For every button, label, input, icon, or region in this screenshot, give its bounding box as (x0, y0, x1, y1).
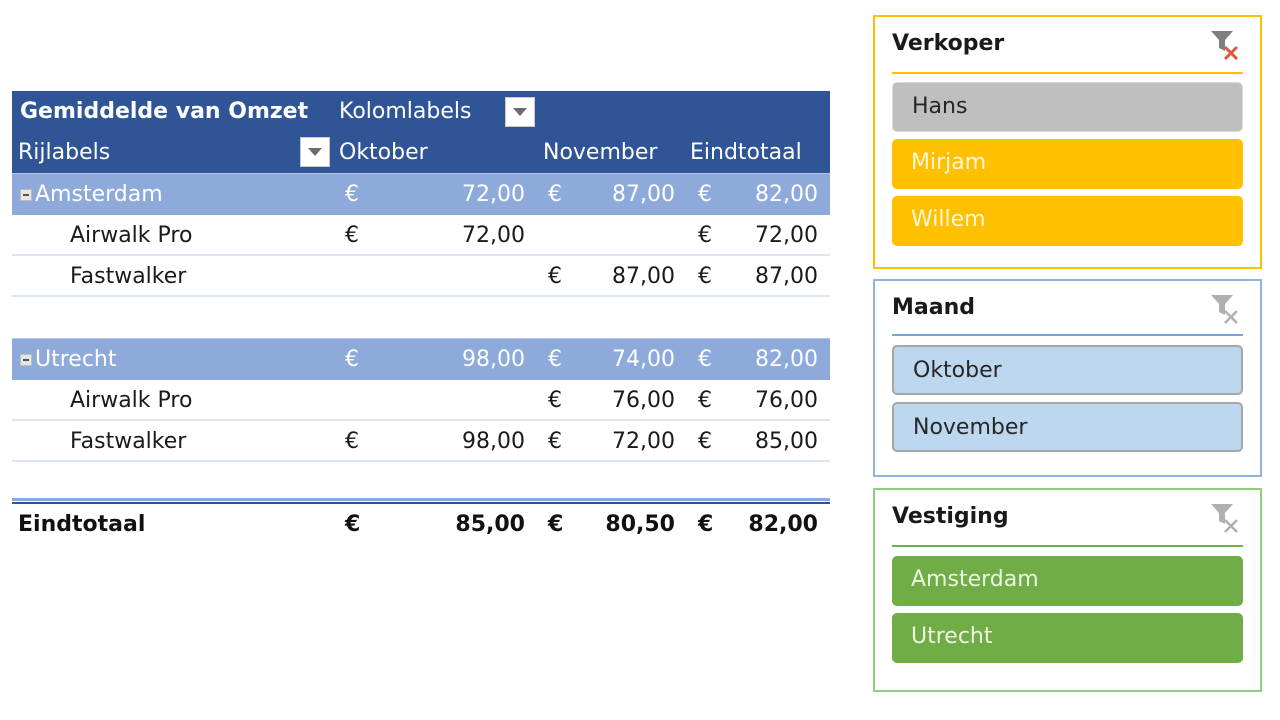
value-cell: 82,00 (755, 347, 818, 372)
table-row: Airwalk Pro € 76,00 € 76,00 (12, 380, 830, 421)
value-cell: 74,00 (612, 347, 675, 372)
item-name: Airwalk Pro (70, 223, 193, 248)
column-labels-filter-dropdown[interactable] (505, 97, 535, 127)
slicer-item-willem[interactable]: Willem (892, 196, 1243, 246)
slicer-item-mirjam[interactable]: Mirjam (892, 139, 1243, 189)
blank-row (12, 297, 830, 338)
clear-filter-button[interactable] (1209, 293, 1243, 325)
currency-symbol: € (698, 223, 712, 248)
slicer-divider (892, 334, 1243, 336)
currency-symbol: € (698, 347, 712, 372)
value-cell: 72,00 (462, 182, 525, 207)
slicer-item-amsterdam[interactable]: Amsterdam (892, 556, 1243, 606)
value-cell: 85,00 (755, 429, 818, 454)
group-name: Amsterdam (35, 182, 163, 207)
slicer-verkoper: Verkoper Hans Mirjam Willem (873, 15, 1262, 269)
slicer-title: Vestiging (892, 504, 1009, 529)
currency-symbol: € (345, 512, 361, 537)
column-header-eindtotaal: Eindtotaal (690, 140, 802, 165)
collapse-icon[interactable] (20, 353, 32, 366)
value-cell: 98,00 (462, 347, 525, 372)
slicer-header: Verkoper (892, 17, 1243, 73)
table-row: Airwalk Pro € 72,00 € 72,00 (12, 215, 830, 256)
slicer-divider (892, 545, 1243, 547)
group-row-amsterdam: Amsterdam € 72,00 € 87,00 € 82,00 (12, 173, 830, 215)
table-row: Fastwalker € 98,00 € 72,00 € 85,00 (12, 421, 830, 462)
currency-symbol: € (345, 347, 359, 372)
clear-filter-icon (1211, 504, 1238, 533)
currency-symbol: € (698, 264, 712, 289)
group-label: Amsterdam (20, 174, 163, 215)
dropdown-arrow-icon (308, 148, 322, 156)
currency-symbol: € (548, 388, 562, 413)
value-cell: 85,00 (455, 512, 525, 537)
clear-filter-button[interactable] (1209, 502, 1243, 534)
currency-symbol: € (548, 264, 562, 289)
value-cell: 72,00 (612, 429, 675, 454)
slicer-item-hans[interactable]: Hans (892, 82, 1243, 132)
pivot-header-row-1: Gemiddelde van Omzet Kolomlabels (12, 91, 830, 132)
currency-symbol: € (548, 429, 562, 454)
pivot-table: Gemiddelde van Omzet Kolomlabels Rijlabe… (12, 91, 830, 545)
column-header-oktober: Oktober (339, 140, 428, 165)
value-cell: 82,00 (755, 182, 818, 207)
slicer-divider (892, 72, 1243, 74)
slicer-item-november[interactable]: November (892, 402, 1243, 452)
currency-symbol: € (698, 388, 712, 413)
slicer-item-utrecht[interactable]: Utrecht (892, 613, 1243, 663)
row-labels-label: Rijlabels (18, 140, 111, 165)
currency-symbol: € (345, 223, 359, 248)
value-cell: 87,00 (612, 182, 675, 207)
table-row: Fastwalker € 87,00 € 87,00 (12, 256, 830, 297)
value-cell: 98,00 (462, 429, 525, 454)
group-label: Utrecht (20, 339, 117, 380)
item-name: Airwalk Pro (70, 388, 193, 413)
collapse-icon[interactable] (20, 188, 32, 201)
value-field-label: Gemiddelde van Omzet (20, 99, 309, 124)
value-cell: 72,00 (755, 223, 818, 248)
item-name: Fastwalker (70, 429, 187, 454)
slicer-header: Vestiging (892, 490, 1243, 546)
grand-total-row: Eindtotaal € 85,00 € 80,50 € 82,00 (12, 504, 830, 545)
row-labels-filter-dropdown[interactable] (300, 137, 330, 167)
item-name: Fastwalker (70, 264, 187, 289)
slicer-header: Maand (892, 281, 1243, 337)
currency-symbol: € (698, 182, 712, 207)
value-cell: 87,00 (755, 264, 818, 289)
grand-total-label: Eindtotaal (18, 512, 146, 537)
slicer-title: Maand (892, 295, 975, 320)
value-cell: 80,50 (605, 512, 675, 537)
group-name: Utrecht (35, 347, 117, 372)
column-labels-label: Kolomlabels (339, 99, 472, 124)
currency-symbol: € (548, 512, 564, 537)
column-header-november: November (543, 140, 658, 165)
currency-symbol: € (698, 429, 712, 454)
clear-filter-icon (1211, 31, 1239, 61)
dropdown-arrow-icon (513, 108, 527, 116)
group-row-utrecht: Utrecht € 98,00 € 74,00 € 82,00 (12, 338, 830, 380)
value-cell: 87,00 (612, 264, 675, 289)
slicer-item-oktober[interactable]: Oktober (892, 345, 1243, 395)
value-cell: 76,00 (612, 388, 675, 413)
clear-filter-icon (1211, 295, 1238, 324)
currency-symbol: € (698, 512, 714, 537)
value-cell: 82,00 (748, 512, 818, 537)
value-cell: 72,00 (462, 223, 525, 248)
pivot-header-row-2: Rijlabels Oktober November Eindtotaal (12, 132, 830, 173)
currency-symbol: € (548, 347, 562, 372)
currency-symbol: € (345, 182, 359, 207)
blank-row (12, 462, 830, 496)
slicer-vestiging: Vestiging Amsterdam Utrecht (873, 488, 1262, 692)
slicer-maand: Maand Oktober November (873, 279, 1262, 477)
slicer-title: Verkoper (892, 31, 1005, 56)
clear-filter-button[interactable] (1209, 29, 1243, 61)
currency-symbol: € (345, 429, 359, 454)
value-cell: 76,00 (755, 388, 818, 413)
currency-symbol: € (548, 182, 562, 207)
